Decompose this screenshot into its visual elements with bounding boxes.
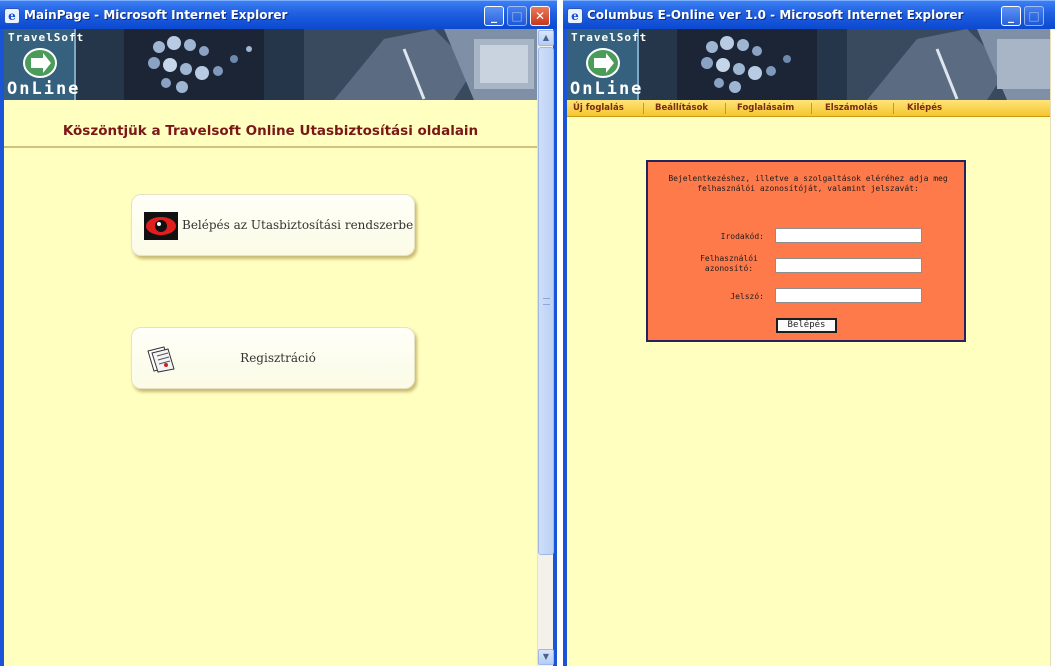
user-id-input[interactable] [775, 258, 922, 273]
window-title: Columbus E-Online ver 1.0 - Microsoft In… [587, 8, 964, 22]
logo-arrow-icon [586, 48, 620, 78]
ie-icon: e [567, 8, 583, 24]
logo-text-bottom: OnLine [570, 79, 644, 99]
login-button[interactable]: Belépés az Utasbiztosítási rendszerbe [131, 194, 415, 256]
columbus-window: e Columbus E-Online ver 1.0 - Microsoft … [563, 0, 1055, 666]
logo-text-bottom: OnLine [7, 79, 81, 99]
login-submit-button[interactable]: Belépés [776, 318, 837, 333]
scroll-down-button[interactable]: ▼ [538, 649, 554, 665]
menu-new-booking[interactable]: Új foglalás [573, 102, 624, 114]
minimize-button[interactable]: _ [484, 6, 504, 26]
logo-arrow-icon [23, 48, 57, 78]
header-banner: TravelSoft OnLine [4, 29, 537, 100]
travelsoft-logo: TravelSoft OnLine [567, 29, 646, 100]
menu-separator [725, 103, 726, 114]
header-banner: TravelSoft OnLine [567, 29, 1051, 100]
office-code-input[interactable] [775, 228, 922, 243]
menu-settings[interactable]: Beállítások [655, 102, 708, 114]
logo-text-top: TravelSoft [8, 31, 85, 44]
login-form: Bejelentkezéshez, illetve a szolgaltások… [646, 160, 966, 342]
password-input[interactable] [775, 288, 922, 303]
vertical-scrollbar[interactable]: ▲ ▼ [537, 29, 554, 666]
divider [4, 146, 537, 148]
page-content: TravelSoft OnLine Új foglalás Beállításo… [567, 29, 1051, 666]
welcome-heading: Köszöntjük a Travelsoft Online Utasbizto… [62, 123, 479, 139]
password-label: Jelszó: [730, 292, 764, 301]
main-page-window: e MainPage - Microsoft Internet Explorer… [0, 0, 557, 666]
travelsoft-logo: TravelSoft OnLine [4, 29, 83, 100]
menu-separator [811, 103, 812, 114]
login-instructions: Bejelentkezéshez, illetve a szolgaltások… [668, 174, 948, 193]
office-code-label: Irodakód: [720, 232, 764, 241]
ie-icon: e [4, 8, 20, 24]
close-button[interactable]: ✕ [530, 6, 550, 26]
menu-my-bookings[interactable]: Foglalásaim [737, 102, 794, 114]
register-button[interactable]: Regisztráció [131, 327, 415, 389]
menu-bar: Új foglalás Beállítások Foglalásaim Elsz… [567, 100, 1051, 117]
register-button-label: Regisztráció [240, 351, 316, 365]
minimize-button[interactable]: _ [1001, 6, 1021, 26]
maximize-button[interactable]: □ [1024, 6, 1044, 26]
logo-text-top: TravelSoft [571, 31, 648, 44]
menu-logout[interactable]: Kilépés [907, 102, 942, 114]
scroll-thumb[interactable] [538, 47, 554, 555]
title-bar[interactable]: e Columbus E-Online ver 1.0 - Microsoft … [563, 0, 1055, 29]
eye-icon [144, 212, 178, 240]
page-content: TravelSoft OnLine Köszöntjük a Travelsof… [4, 29, 537, 666]
scroll-up-button[interactable]: ▲ [538, 30, 554, 46]
window-frame [1050, 29, 1051, 666]
grip-icon [543, 298, 550, 305]
title-bar[interactable]: e MainPage - Microsoft Internet Explorer… [0, 0, 557, 29]
login-button-label: Belépés az Utasbiztosítási rendszerbe [182, 218, 414, 232]
menu-separator [893, 103, 894, 114]
user-id-label: Felhasználói azonosító: [700, 254, 758, 273]
maximize-button[interactable]: □ [507, 6, 527, 26]
window-title: MainPage - Microsoft Internet Explorer [24, 8, 288, 22]
menu-separator [643, 103, 644, 114]
menu-accounting[interactable]: Elszámolás [825, 102, 878, 114]
